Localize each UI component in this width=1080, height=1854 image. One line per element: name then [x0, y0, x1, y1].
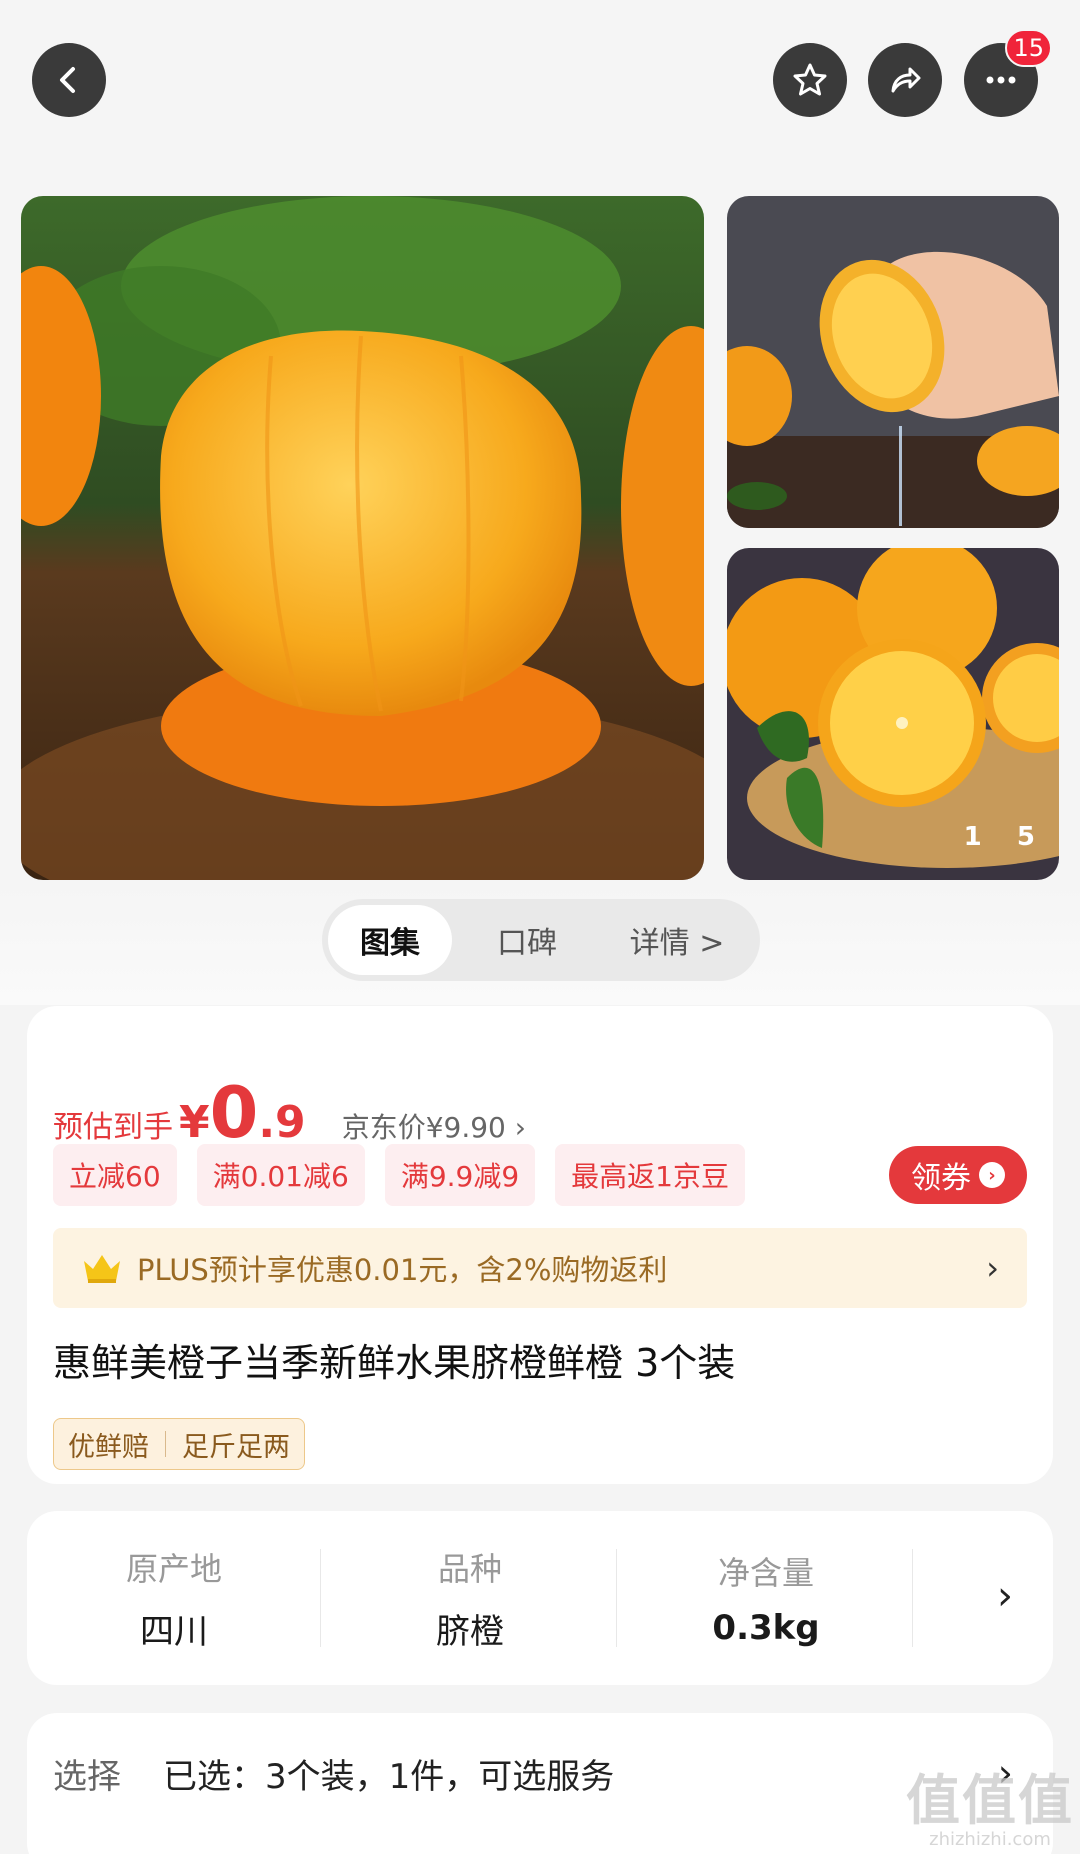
attribute-origin: 原产地 四川 — [49, 1511, 299, 1685]
attribute-value: 四川 — [140, 1611, 208, 1652]
service-tag: 优鲜赔 — [68, 1431, 149, 1463]
attribute-key: 品种 — [437, 1549, 502, 1588]
selection-value: 已选：3个装，1件，可选服务 — [163, 1757, 615, 1797]
gallery-thumb-halves[interactable]: 1 5 — [727, 548, 1059, 880]
get-coupon-label: 领券 — [911, 1161, 971, 1196]
plus-benefit-text: PLUS预计享优惠0.01元，含2%购物返利 — [137, 1253, 668, 1287]
coupon-tag[interactable]: 满0.01减6 — [196, 1144, 365, 1206]
selection-label: 选择 — [53, 1757, 121, 1797]
main-product-photo[interactable] — [21, 196, 704, 880]
gallery-thumb-squeeze[interactable] — [727, 196, 1059, 528]
coupon-tag[interactable]: 最高返1京豆 — [555, 1144, 745, 1206]
divider — [616, 1549, 617, 1647]
attribute-key: 原产地 — [125, 1549, 222, 1588]
favorite-button[interactable] — [773, 43, 847, 117]
gallery-page-total: 5 — [1016, 822, 1037, 852]
coupon-tag[interactable]: 立减60 — [53, 1144, 177, 1206]
divider — [320, 1549, 321, 1647]
selection-card[interactable]: 选择 已选：3个装，1件，可选服务 › — [27, 1713, 1053, 1854]
crown-icon — [84, 1255, 120, 1283]
jd-price-link[interactable]: 京东价¥9.90 › — [342, 1106, 526, 1146]
price-card: 预估到手 ¥ 0 .9 京东价¥9.90 › 立减60 满0.01减6 满9.9… — [27, 1006, 1053, 1484]
service-tag: 足斤足两 — [182, 1431, 290, 1463]
share-icon — [891, 67, 921, 93]
tab-reviews[interactable]: 口碑 — [452, 905, 602, 975]
chevron-right-icon[interactable]: › — [997, 1573, 1013, 1619]
tab-gallery[interactable]: 图集 — [328, 905, 452, 975]
watermark-url: zhizhizhi.com — [929, 1829, 1051, 1850]
attribute-value: 脐橙 — [436, 1611, 504, 1652]
tab-area: 图集 口碑 详情 > — [0, 885, 1080, 1005]
top-bar: 15 — [0, 0, 1080, 170]
plus-member-bar[interactable]: PLUS预计享优惠0.01元，含2%购物返利 › — [53, 1228, 1027, 1308]
notification-badge: 15 — [1005, 29, 1052, 67]
gallery-page-current: 1 — [963, 822, 984, 852]
share-button[interactable] — [868, 43, 942, 117]
more-button[interactable]: 15 — [964, 29, 1052, 117]
tag-divider — [165, 1431, 166, 1457]
coupon-list: 立减60 满0.01减6 满9.9减9 最高返1京豆 — [53, 1144, 765, 1206]
coupon-tag[interactable]: 满9.9减9 — [384, 1144, 536, 1206]
more-icon — [986, 76, 1016, 84]
attribute-value: 0.3kg — [712, 1608, 820, 1648]
attribute-key: 净含量 — [717, 1554, 814, 1592]
get-coupon-button[interactable]: 领券 › — [889, 1146, 1027, 1204]
watermark-logo: 值值值 zhizhizhi.com — [906, 1756, 1074, 1850]
chevron-right-icon: › — [979, 1162, 1005, 1188]
service-tags[interactable]: 优鲜赔 足斤足两 — [53, 1418, 305, 1470]
price-decimal: .9 — [258, 1097, 306, 1148]
price-currency: ¥ — [179, 1097, 210, 1148]
attributes-card[interactable]: 原产地 四川 品种 脐橙 净含量 0.3kg › — [27, 1511, 1053, 1685]
back-button[interactable] — [32, 43, 106, 117]
segmented-tabs: 图集 口碑 详情 > — [322, 899, 760, 981]
divider — [912, 1549, 913, 1647]
product-title: 惠鲜美橙子当季新鲜水果脐橙鲜橙 3个装 — [53, 1341, 736, 1385]
price-row: 预估到手 ¥ 0 .9 京东价¥9.90 › — [53, 1078, 526, 1148]
star-icon — [793, 63, 827, 96]
product-gallery: 1 5 — [0, 170, 1080, 885]
chevron-right-icon: › — [986, 1249, 999, 1287]
selection-row: 选择 已选：3个装，1件，可选服务 — [53, 1749, 614, 1798]
attribute-variety: 品种 脐橙 — [345, 1511, 595, 1685]
tab-details[interactable]: 详情 > — [602, 905, 752, 975]
attribute-net-weight: 净含量 0.3kg — [641, 1511, 891, 1685]
price-integer: 0 — [209, 1072, 259, 1154]
gallery-page-indicator: 1 5 — [964, 822, 1037, 852]
estimated-price-label: 预估到手 — [53, 1110, 173, 1145]
watermark-text: 值值值 — [906, 1769, 1074, 1832]
back-arrow-icon — [60, 67, 75, 93]
